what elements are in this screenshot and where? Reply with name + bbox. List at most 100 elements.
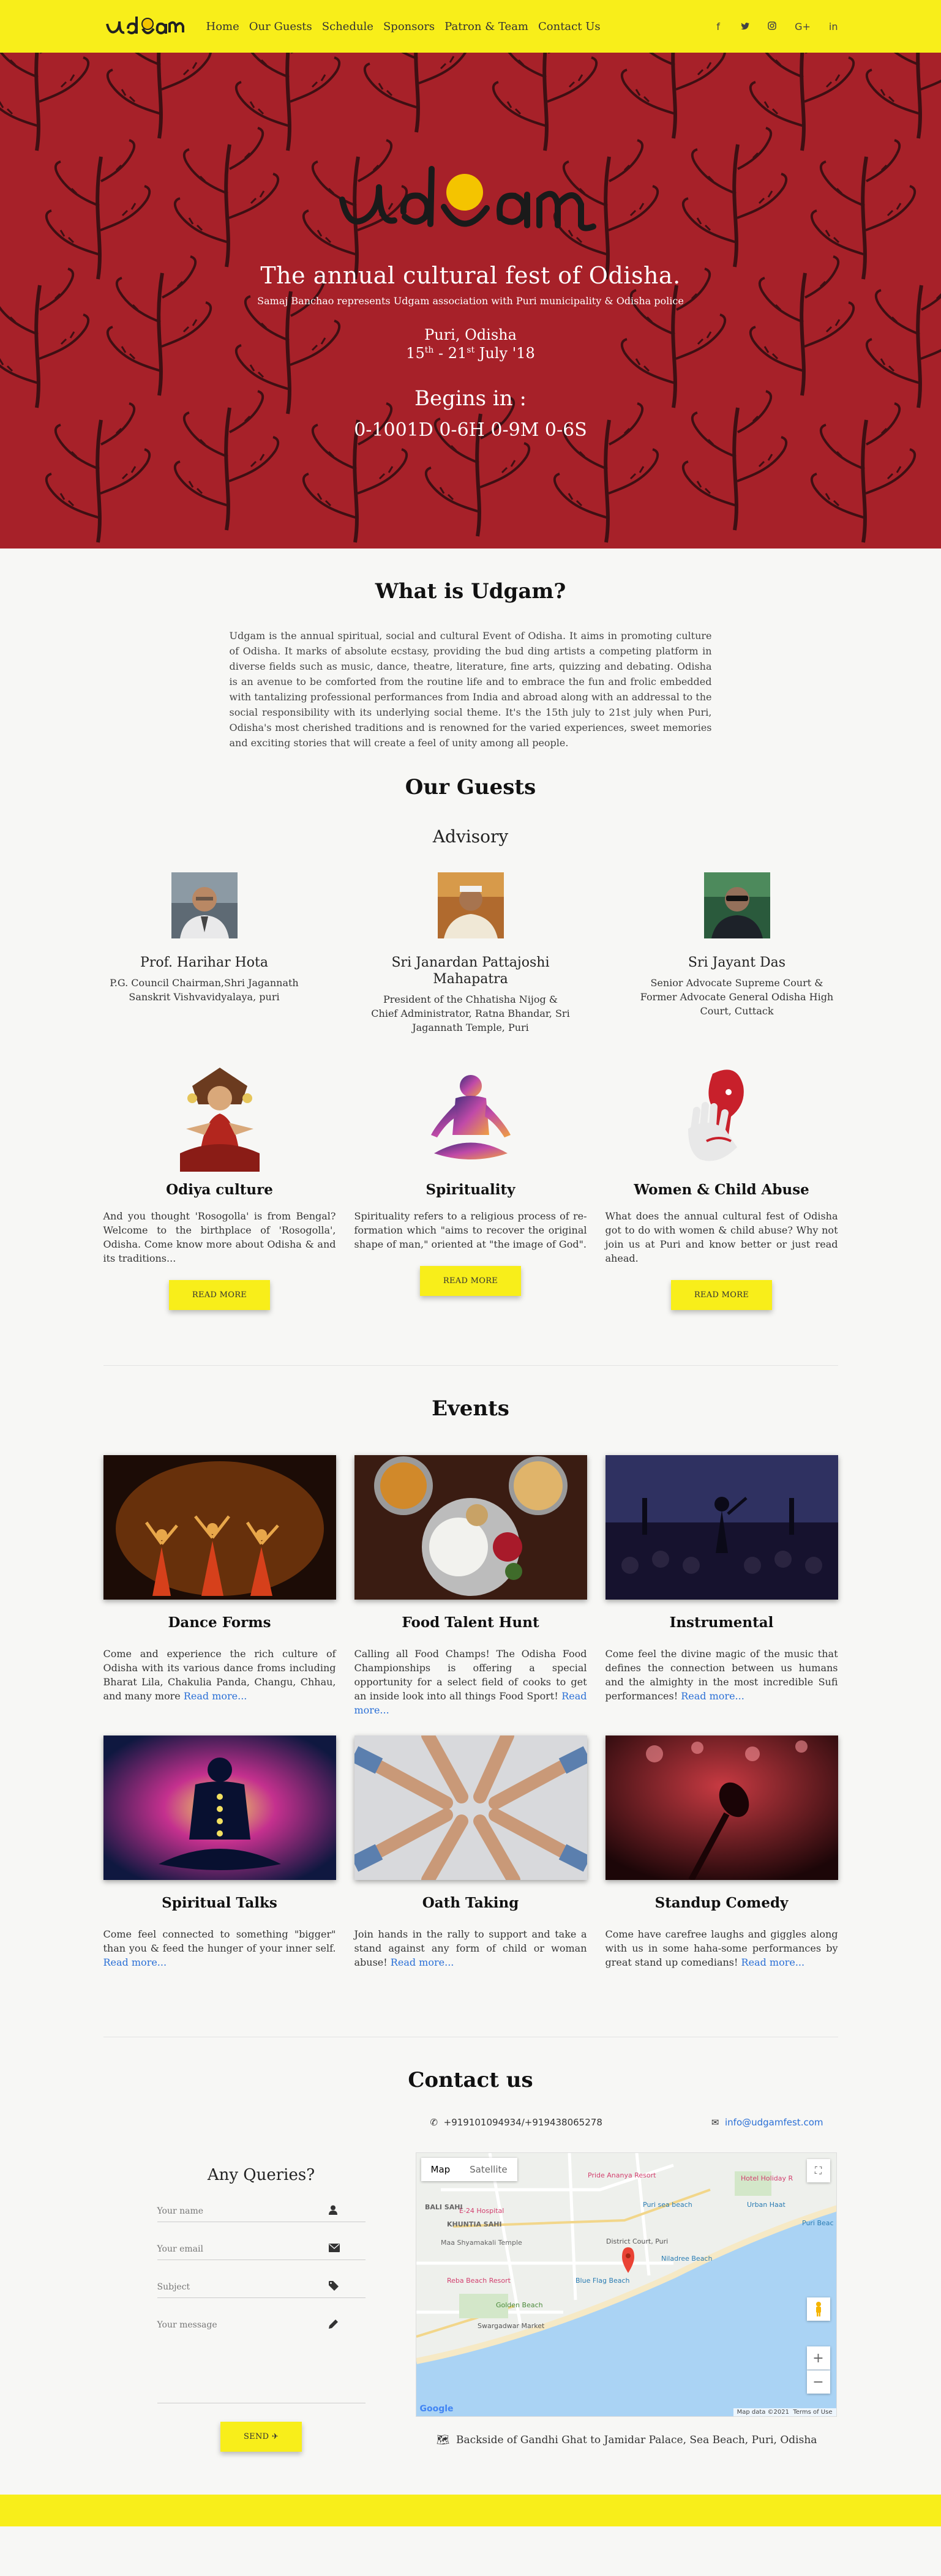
- paper-plane-icon: ✈: [271, 2432, 279, 2441]
- email-link[interactable]: info@udgamfest.com: [725, 2117, 823, 2128]
- hero-banner: The annual cultural fest of Odisha. Sama…: [0, 53, 941, 549]
- read-more-link[interactable]: Read more...: [391, 1956, 454, 1968]
- guest-name: Sri Jayant Das: [688, 955, 786, 970]
- envelope-icon: ✉: [711, 2117, 719, 2128]
- linkedin-icon[interactable]: in: [829, 21, 838, 32]
- nav-home[interactable]: Home: [201, 20, 244, 33]
- guest-photo: [171, 872, 238, 938]
- udgam-logo[interactable]: [103, 10, 189, 42]
- svg-text:Blue Flag Beach: Blue Flag Beach: [575, 2277, 630, 2285]
- event-title: Instrumental: [669, 1614, 774, 1631]
- read-more-button[interactable]: READ MORE: [419, 1266, 522, 1296]
- top-navbar: Home Our Guests Schedule Sponsors Patron…: [0, 0, 941, 53]
- map-canvas[interactable]: Pride Ananya Resort Hotel Holiday R E-24…: [416, 2153, 837, 2417]
- google-map[interactable]: Pride Ananya Resort Hotel Holiday R E-24…: [415, 2152, 837, 2417]
- event-text: Come and experience the rich culture of …: [103, 1648, 336, 1702]
- countdown-timer: 0-1001D 0-6H 0-9M 0-6S: [354, 419, 587, 441]
- read-more-button[interactable]: READ MORE: [168, 1280, 271, 1310]
- events-section: Events Dance Forms Come and experience t…: [103, 1366, 838, 1988]
- food-talent-hunt-image[interactable]: [354, 1455, 587, 1600]
- nav-schedule[interactable]: Schedule: [317, 20, 378, 33]
- footer-bar: [0, 2495, 941, 2526]
- event-title: Standup Comedy: [654, 1895, 789, 1911]
- event-text: Join hands in the rally to support and t…: [354, 1928, 587, 1968]
- satellite-tab[interactable]: Satellite: [460, 2158, 517, 2181]
- about-text: Udgam is the annual spiritual, social an…: [229, 630, 712, 749]
- read-more-link[interactable]: Read more...: [741, 1956, 805, 1968]
- begins-in-label: Begins in :: [414, 386, 527, 411]
- about-section: What is Udgam? Udgam is the annual spiri…: [103, 549, 838, 751]
- spiritual-talks-image[interactable]: [103, 1735, 336, 1880]
- advisory-heading: Advisory: [432, 826, 509, 847]
- nav-our-guests[interactable]: Our Guests: [244, 20, 317, 33]
- twitter-icon[interactable]: [741, 21, 750, 32]
- map-tab[interactable]: Map: [421, 2158, 460, 2181]
- svg-text:Swargadwar Market: Swargadwar Market: [478, 2322, 545, 2330]
- cause-title: Women & Child Abuse: [634, 1181, 809, 1198]
- guest-card: Sri Janardan Pattajoshi Mahapatra Presid…: [370, 872, 572, 1035]
- about-title: What is Udgam?: [375, 579, 566, 604]
- oath-taking-image[interactable]: [354, 1735, 587, 1880]
- message-textarea[interactable]: [157, 2336, 366, 2403]
- pegman-icon[interactable]: [806, 2297, 830, 2321]
- main-menu: Home Our Guests Schedule Sponsors Patron…: [201, 20, 605, 33]
- event-card: Food Talent Hunt Calling all Food Champs…: [354, 1455, 587, 1717]
- zoom-in-button[interactable]: +: [806, 2346, 830, 2370]
- dance-forms-image[interactable]: [103, 1455, 336, 1600]
- pencil-icon: [328, 2319, 366, 2331]
- svg-text:Puri Beac: Puri Beac: [802, 2219, 834, 2227]
- cause-title: Odiya culture: [166, 1181, 273, 1198]
- phone-number: ✆ +919101094934/+919438065278: [430, 2117, 602, 2128]
- standup-comedy-image[interactable]: [605, 1735, 838, 1880]
- zoom-out-button[interactable]: −: [806, 2370, 830, 2394]
- instagram-icon[interactable]: [768, 21, 776, 32]
- cause-card: Odiya culture And you thought 'Rosogolla…: [103, 1061, 336, 1310]
- svg-text:Puri sea beach: Puri sea beach: [643, 2201, 692, 2209]
- event-title: Dance Forms: [168, 1614, 271, 1631]
- subject-field[interactable]: Subject: [157, 2276, 366, 2298]
- event-text: Come have carefree laughs and giggles al…: [605, 1928, 838, 1968]
- guest-card: Sri Jayant Das Senior Advocate Supreme C…: [636, 872, 838, 1035]
- svg-text:Hotel Holiday R: Hotel Holiday R: [741, 2174, 793, 2182]
- event-card: Oath Taking Join hands in the rally to s…: [354, 1735, 587, 1969]
- message-field[interactable]: Your message: [157, 2314, 366, 2336]
- svg-text:Reba Beach Resort: Reba Beach Resort: [447, 2277, 511, 2285]
- guest-role: President of the Chhatisha Nijog & Chief…: [371, 994, 570, 1033]
- causes-row: Odiya culture And you thought 'Rosogolla…: [103, 1061, 838, 1310]
- meditation-illustration: [430, 1075, 511, 1159]
- terms-link[interactable]: Terms of Use: [793, 2409, 832, 2416]
- guest-name: Sri Janardan Pattajoshi Mahapatra: [391, 955, 550, 987]
- nav-sponsors[interactable]: Sponsors: [378, 20, 440, 33]
- read-more-link[interactable]: Read more...: [184, 1690, 247, 1702]
- cause-card: Women & Child Abuse What does the annual…: [605, 1061, 838, 1310]
- svg-text:KHUNTIA SAHI: KHUNTIA SAHI: [447, 2220, 502, 2228]
- email-field[interactable]: Your email: [157, 2238, 366, 2260]
- contact-section: Contact us Any Queries? Your name Your e…: [103, 2037, 838, 2452]
- name-field[interactable]: Your name: [157, 2200, 366, 2222]
- event-title: Oath Taking: [422, 1895, 519, 1911]
- svg-text:District Court, Puri: District Court, Puri: [606, 2237, 668, 2245]
- map-attribution: Map data ©2021 Terms of Use: [733, 2408, 836, 2416]
- event-card: Spiritual Talks Come feel connected to s…: [103, 1735, 336, 1969]
- facebook-icon[interactable]: f: [714, 21, 722, 32]
- contact-info: ✆ +919101094934/+919438065278 ✉ info@udg…: [415, 2117, 838, 2452]
- event-card: Instrumental Come feel the divine magic …: [605, 1455, 838, 1717]
- address: 🗺 Backside of Gandhi Ghat to Jamidar Pal…: [436, 2434, 817, 2446]
- google-plus-icon[interactable]: G+: [795, 21, 811, 32]
- google-logo: Google: [419, 2404, 454, 2414]
- map-type-control: Map Satellite: [421, 2158, 517, 2181]
- read-more-link[interactable]: Read more...: [681, 1690, 744, 1702]
- read-more-link[interactable]: Read more...: [103, 1956, 167, 1968]
- hero-place: Puri, Odisha: [424, 326, 517, 343]
- cause-text: Spirituality refers to a religious proce…: [354, 1210, 587, 1250]
- fullscreen-icon[interactable]: ⛶: [806, 2159, 830, 2182]
- read-more-button[interactable]: READ MORE: [670, 1280, 773, 1310]
- instrumental-image[interactable]: [605, 1455, 838, 1600]
- send-button[interactable]: SEND ✈: [220, 2422, 302, 2452]
- nav-patron-team[interactable]: Patron & Team: [440, 20, 533, 33]
- nav-contact-us[interactable]: Contact Us: [533, 20, 605, 33]
- odiya-culture-illustration: [179, 1068, 260, 1172]
- hero-tagline: The annual cultural fest of Odisha.: [260, 262, 681, 289]
- events-title: Events: [432, 1396, 509, 1421]
- guest-photo: [703, 872, 770, 938]
